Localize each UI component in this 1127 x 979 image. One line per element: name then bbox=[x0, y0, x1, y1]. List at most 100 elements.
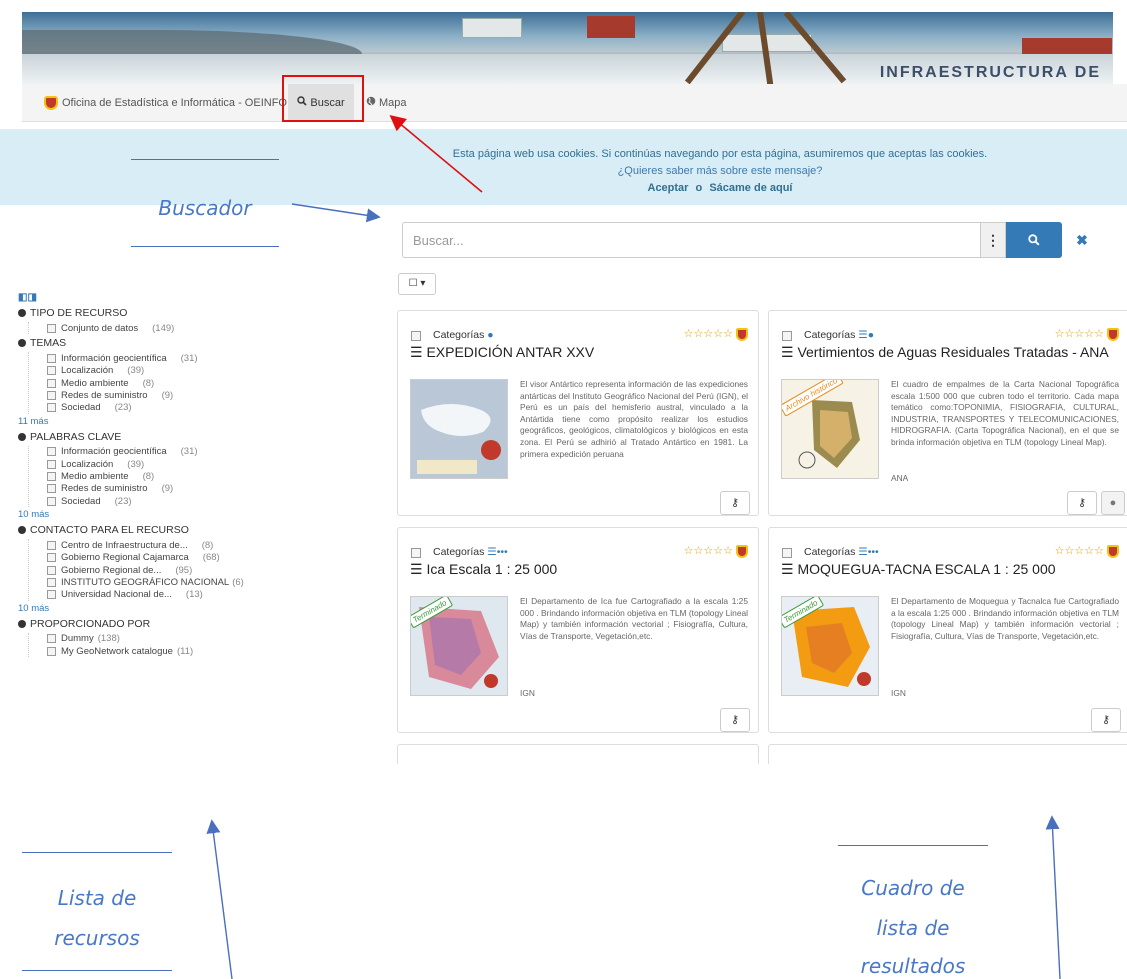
result-card[interactable]: Categorías ☰••• ☆☆☆☆☆ ☰ Ica Escala 1 : 25… bbox=[397, 527, 759, 733]
rating[interactable]: ☆☆☆☆☆ bbox=[684, 544, 748, 558]
facet-item[interactable]: Información geocientífica (31) bbox=[47, 352, 338, 364]
facet-title[interactable]: TIPO DE RECURSO bbox=[18, 307, 338, 319]
facet-item[interactable]: My GeoNetwork catalogue (11) bbox=[47, 645, 338, 657]
facet-title[interactable]: CONTACTO PARA EL RECURSO bbox=[18, 524, 338, 536]
cookie-more-link[interactable]: ¿Quieres saber más sobre este mensaje? bbox=[320, 165, 1120, 177]
result-title[interactable]: ☰ Vertimientos de Aguas Residuales Trata… bbox=[781, 344, 1109, 361]
result-checkbox[interactable] bbox=[411, 548, 421, 558]
annotation-buscador: Buscador bbox=[158, 196, 252, 220]
links-button[interactable]: ⚷ bbox=[720, 491, 750, 515]
facet-checkbox[interactable] bbox=[47, 378, 56, 388]
facet-item-name: INSTITUTO GEOGRÁFICO NACIONAL bbox=[61, 576, 230, 588]
facet-item[interactable]: Sociedad (23) bbox=[47, 401, 338, 413]
result-card[interactable]: Categorías ☰● ☆☆☆☆☆ ☰ Vertimientos de Agu… bbox=[768, 310, 1127, 516]
category-icon: ☰● bbox=[858, 329, 875, 341]
search-submit-button[interactable] bbox=[1006, 222, 1062, 258]
nav-org-link[interactable]: Oficina de Estadística e Informática - O… bbox=[44, 84, 287, 121]
facet-list: Conjunto de datos (149) bbox=[28, 322, 338, 335]
result-checkbox[interactable] bbox=[782, 331, 792, 341]
rating[interactable]: ☆☆☆☆☆ bbox=[684, 327, 748, 341]
links-button[interactable]: ⚷ bbox=[720, 708, 750, 732]
result-checkbox[interactable] bbox=[782, 548, 792, 558]
dataset-icon: ☰ bbox=[410, 561, 423, 577]
facet-list: Centro de Infraestructura de... (8) Gobier… bbox=[28, 539, 338, 601]
facet-item-name: Redes de suministro bbox=[61, 483, 148, 495]
result-checkbox[interactable] bbox=[411, 331, 421, 341]
facet-item[interactable]: Gobierno Regional Cajamarca (68) bbox=[47, 552, 338, 564]
facet-title-label: PROPORCIONADO POR bbox=[30, 617, 151, 630]
result-thumbnail[interactable]: Terminado bbox=[410, 596, 508, 696]
shield-logo-icon bbox=[44, 95, 58, 110]
facet-checkbox[interactable] bbox=[47, 646, 56, 656]
facet-item-count: (31) bbox=[180, 446, 198, 458]
facet-checkbox[interactable] bbox=[47, 366, 56, 376]
facet-checkbox[interactable] bbox=[47, 323, 56, 333]
shield-logo-icon bbox=[736, 327, 748, 341]
facet-title[interactable]: PALABRAS CLAVE bbox=[18, 431, 338, 443]
search-input[interactable] bbox=[402, 222, 1006, 258]
search-options-button[interactable]: ⋮ bbox=[980, 222, 1006, 258]
nav-org-label: Oficina de Estadística e Informática - O… bbox=[62, 96, 287, 109]
banner-title: INFRAESTRUCTURA DE bbox=[879, 64, 1101, 81]
key-icon: ⚷ bbox=[730, 714, 740, 726]
result-title[interactable]: ☰ Ica Escala 1 : 25 000 bbox=[410, 561, 557, 578]
facet-title[interactable]: TEMAS bbox=[18, 337, 338, 349]
facet-item[interactable]: Gobierno Regional de... (95) bbox=[47, 564, 338, 576]
facet-checkbox[interactable] bbox=[47, 540, 56, 550]
collapse-icon bbox=[18, 432, 26, 441]
cookie-leave-button[interactable]: Sácame de aquí bbox=[709, 182, 792, 194]
facet-checkbox[interactable] bbox=[47, 390, 56, 400]
facet-item[interactable]: Sociedad (23) bbox=[47, 495, 338, 507]
key-icon: ⚷ bbox=[1101, 714, 1111, 726]
facet-checkbox[interactable] bbox=[47, 459, 56, 469]
map-view-button[interactable]: ● bbox=[1101, 491, 1125, 515]
facet-item[interactable]: Localización (39) bbox=[47, 365, 338, 377]
facet-item[interactable]: Conjunto de datos (149) bbox=[47, 322, 338, 334]
nav-map-tab[interactable]: Mapa bbox=[366, 84, 407, 121]
expand-collapse-icon[interactable]: ◧◨ bbox=[18, 292, 338, 303]
result-card[interactable]: Categorías ● ☆☆☆☆☆ ☰ EXPEDICIÓN ANTAR XXV… bbox=[397, 310, 759, 516]
links-button[interactable]: ⚷ bbox=[1091, 708, 1121, 732]
facet-item-count: (23) bbox=[114, 495, 132, 507]
facet-checkbox[interactable] bbox=[47, 565, 56, 575]
facet-more-link[interactable]: 10 más bbox=[18, 603, 338, 614]
facet-item[interactable]: Medio ambiente (8) bbox=[47, 377, 338, 389]
facet-checkbox[interactable] bbox=[47, 472, 56, 482]
facet-checkbox[interactable] bbox=[47, 447, 56, 457]
facet-checkbox[interactable] bbox=[47, 496, 56, 506]
facet-more-link[interactable]: 11 más bbox=[18, 416, 338, 427]
result-card[interactable]: Categorías ☰••• ☆☆☆☆☆ ☰ MOQUEGUA-TACNA ES… bbox=[768, 527, 1127, 733]
facet-item[interactable]: Dummy (138) bbox=[47, 633, 338, 645]
annotation-rule bbox=[22, 970, 172, 971]
search-clear-button[interactable]: ✖ bbox=[1072, 228, 1092, 252]
rating[interactable]: ☆☆☆☆☆ bbox=[1055, 544, 1119, 558]
facet-item[interactable]: Universidad Nacional de... (13) bbox=[47, 588, 338, 600]
result-categories: Categorías ☰● bbox=[804, 329, 874, 341]
result-title[interactable]: ☰ MOQUEGUA-TACNA ESCALA 1 : 25 000 bbox=[781, 561, 1056, 578]
result-thumbnail[interactable] bbox=[410, 379, 508, 479]
cookie-accept-button[interactable]: Aceptar bbox=[648, 182, 689, 194]
facet-item[interactable]: Centro de Infraestructura de... (8) bbox=[47, 539, 338, 551]
facet-item[interactable]: Redes de suministro (9) bbox=[47, 389, 338, 401]
facet-item[interactable]: Medio ambiente (8) bbox=[47, 470, 338, 482]
facet-item-name: Gobierno Regional de... bbox=[61, 564, 162, 576]
facet-item[interactable]: Información geocientífica (31) bbox=[47, 446, 338, 458]
facet-item[interactable]: INSTITUTO GEOGRÁFICO NACIONAL (6) bbox=[47, 576, 338, 588]
facet-item[interactable]: Localización (39) bbox=[47, 458, 338, 470]
facet-checkbox[interactable] bbox=[47, 353, 56, 363]
rating[interactable]: ☆☆☆☆☆ bbox=[1055, 327, 1119, 341]
result-title[interactable]: ☰ EXPEDICIÓN ANTAR XXV bbox=[410, 344, 594, 361]
facet-checkbox[interactable] bbox=[47, 484, 56, 494]
facet-checkbox[interactable] bbox=[47, 590, 56, 600]
facet-checkbox[interactable] bbox=[47, 553, 56, 563]
result-thumbnail[interactable]: Terminado bbox=[781, 596, 879, 696]
facet-item[interactable]: Redes de suministro (9) bbox=[47, 483, 338, 495]
result-thumbnail[interactable]: Archivo histórico bbox=[781, 379, 879, 479]
select-all-dropdown[interactable]: ☐ ▾ bbox=[398, 273, 436, 295]
links-button[interactable]: ⚷ bbox=[1067, 491, 1097, 515]
facet-checkbox[interactable] bbox=[47, 403, 56, 413]
facet-checkbox[interactable] bbox=[47, 634, 56, 644]
facet-title[interactable]: PROPORCIONADO POR bbox=[18, 618, 338, 630]
facet-checkbox[interactable] bbox=[47, 577, 56, 587]
facet-more-link[interactable]: 10 más bbox=[18, 509, 338, 520]
